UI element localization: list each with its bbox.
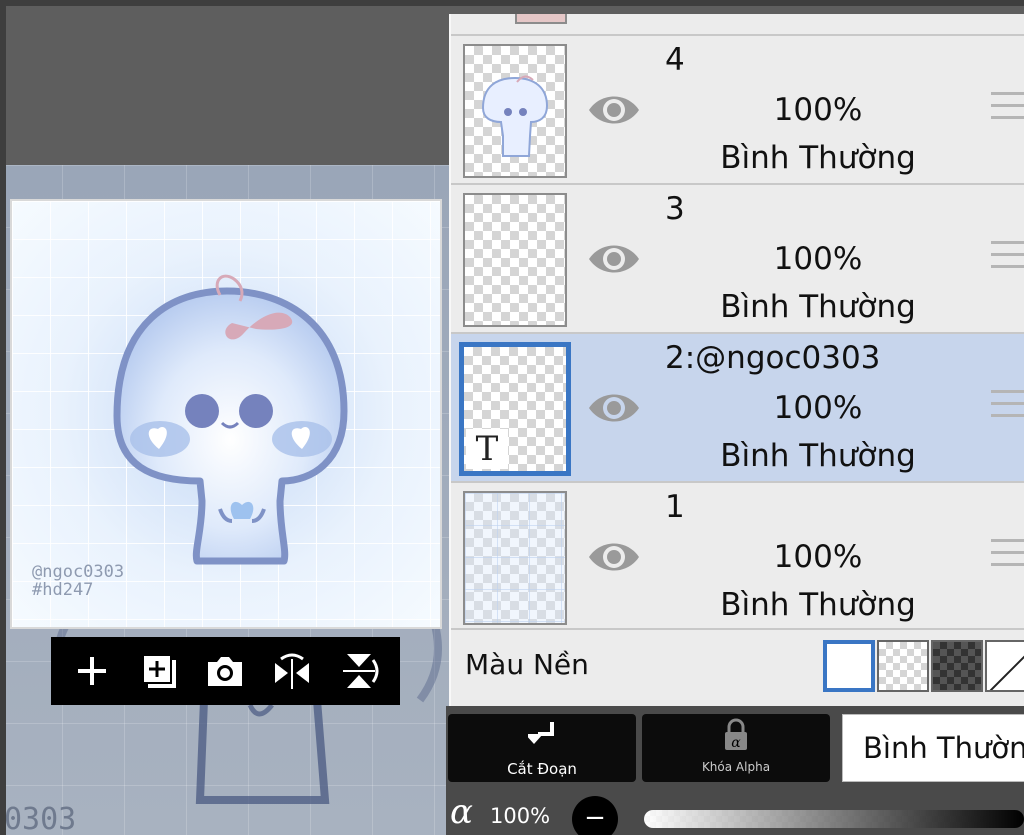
background-color-row: Màu Nền: [451, 628, 1024, 706]
opacity-row: α 100% −: [446, 792, 1024, 835]
layer-row-4[interactable]: 4 100% Bình Thường: [451, 34, 1024, 183]
eye-icon[interactable]: [587, 90, 641, 130]
signature-line-1: @ngoc0303: [32, 562, 125, 582]
layer-thumbnail: [463, 44, 567, 178]
flip-horizontal-button[interactable]: [264, 643, 320, 699]
layer-blend-mode: Bình Thường: [720, 140, 916, 176]
layer-row-3[interactable]: 3 100% Bình Thường: [451, 183, 1024, 332]
canvas-watermark: 0303: [4, 802, 77, 835]
layer-name: 2:@ngoc0303: [665, 340, 881, 376]
alpha-lock-label: Khóa Alpha: [701, 760, 771, 774]
canvas-preview[interactable]: @ngoc0303 #hd247: [10, 199, 442, 629]
lock-icon: α: [725, 718, 747, 751]
layer-row-2[interactable]: T 2:@ngoc0303 100% Bình Thường: [451, 332, 1024, 481]
camera-button[interactable]: [197, 643, 253, 699]
layer-opacity: 100%: [773, 241, 863, 277]
layer-controls-bar: Cắt Đoạn α Khóa Alpha Bình Thường α 100%…: [446, 706, 1024, 835]
eye-icon[interactable]: [587, 388, 641, 428]
preview-toolbar: [51, 637, 400, 705]
layer-thumbnail: T: [459, 342, 571, 476]
add-layer-icon: [141, 654, 176, 688]
layer-row-1[interactable]: 1 100% Bình Thường: [451, 481, 1024, 630]
layer-opacity: 100%: [773, 539, 863, 575]
svg-text:α: α: [731, 735, 741, 751]
flip-horizontal-icon: [275, 653, 310, 689]
add-layer-button[interactable]: [131, 643, 187, 699]
background-white-swatch[interactable]: [823, 640, 875, 692]
layer-thumbnail: [463, 491, 567, 625]
layer-name: 4: [665, 42, 685, 78]
layer-name: 1: [665, 489, 685, 525]
eye-icon[interactable]: [587, 239, 641, 279]
text-layer-marker: T: [466, 429, 508, 469]
layer-thumbnail: [463, 193, 567, 327]
preview-signature: @ngoc0303 #hd247: [32, 563, 124, 599]
layer-blend-mode: Bình Thường: [720, 587, 916, 623]
flip-vertical-button[interactable]: [331, 643, 387, 699]
layer-thumb-art: [481, 75, 549, 157]
background-color-label: Màu Nền: [465, 648, 589, 681]
flip-vertical-icon: [342, 654, 379, 688]
clipping-label: Cắt Đoạn: [507, 760, 577, 778]
signature-line-2: #hd247: [32, 580, 94, 600]
opacity-decrease-button[interactable]: −: [572, 796, 618, 835]
window-border-left: [0, 0, 6, 835]
layer-thumb-grid: [465, 493, 565, 623]
background-transparent-swatch[interactable]: [877, 640, 929, 692]
layer-opacity: 100%: [773, 390, 863, 426]
window-border-top: [0, 0, 1024, 6]
background-dark-checker-swatch[interactable]: [931, 640, 983, 692]
drag-handle-icon[interactable]: [991, 390, 1024, 424]
slash-icon: [989, 655, 1024, 690]
alpha-icon: α: [450, 792, 473, 832]
drag-handle-icon[interactable]: [991, 92, 1024, 126]
background-none-swatch[interactable]: [985, 640, 1024, 692]
add-button[interactable]: [64, 643, 120, 699]
plus-icon: [78, 657, 107, 685]
opacity-value: 100%: [490, 804, 551, 828]
layer-opacity: 100%: [773, 92, 863, 128]
opacity-slider[interactable]: [644, 810, 1024, 828]
clipping-button[interactable]: Cắt Đoạn: [448, 714, 636, 782]
layer-5-thumb-partial: [515, 14, 567, 24]
drag-handle-icon[interactable]: [991, 241, 1024, 275]
layer-blend-mode: Bình Thường: [720, 289, 916, 325]
camera-icon: [208, 657, 243, 686]
layer-blend-mode: Bình Thường: [720, 438, 916, 474]
alpha-lock-button[interactable]: α Khóa Alpha: [642, 714, 830, 782]
drag-handle-icon[interactable]: [991, 539, 1024, 573]
clip-arrow-icon: [528, 722, 554, 744]
layer-panel: 4 100% Bình Thường 3 100% Bình Thường T …: [449, 14, 1024, 706]
eye-icon[interactable]: [587, 537, 641, 577]
blend-mode-select[interactable]: Bình Thường: [842, 714, 1024, 782]
layer-name: 3: [665, 191, 685, 227]
